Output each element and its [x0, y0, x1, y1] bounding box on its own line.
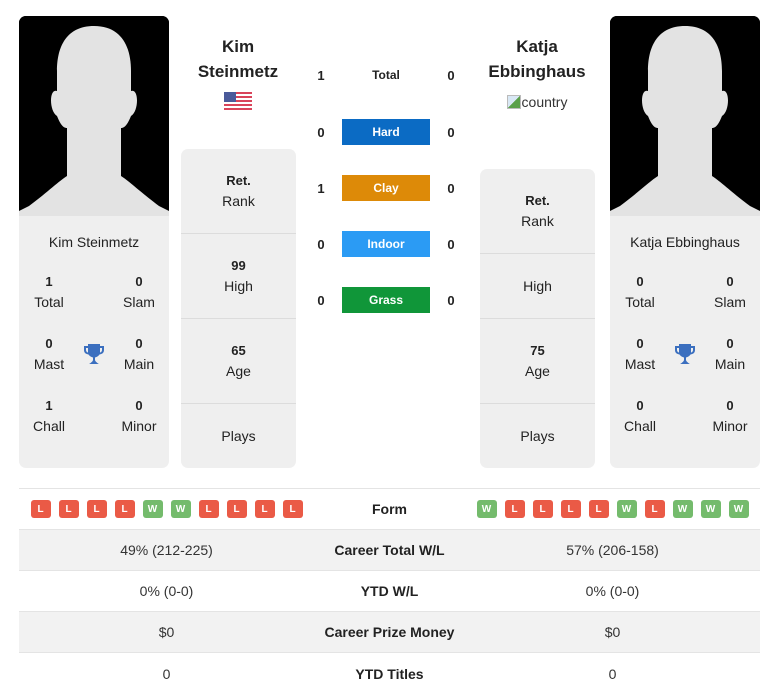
title-minor: 0 Minor	[121, 398, 157, 434]
table-row: $0 Career Prize Money $0	[19, 612, 760, 653]
form-win-badge[interactable]: W	[170, 500, 191, 518]
title-chall: 0 Chall	[624, 398, 656, 434]
form-label: Form	[372, 501, 407, 517]
h2h-clay-row: 1 Clay 0	[300, 175, 478, 201]
title-mast: 0 Mast	[624, 336, 656, 372]
comparison-table: LLLLWWLLLL Form WLLLLWLWWW 49% (212-225)…	[19, 488, 760, 694]
row-label: YTD W/L	[360, 583, 419, 599]
player2-name[interactable]: Katja Ebbinghaus	[472, 34, 602, 84]
player2-value: 0	[608, 665, 617, 682]
player1-value: 0	[162, 665, 171, 682]
player1-titles: 1 Total 0 Slam 0 Mast 0 Main 1 Chall 0 Minor	[19, 272, 169, 436]
title-chall: 1 Chall	[33, 398, 65, 434]
info-high: 99 High	[181, 234, 296, 319]
player2-header: Katja Ebbinghaus country	[472, 34, 602, 112]
form-win-badge[interactable]: W	[476, 500, 497, 518]
table-row: 0 YTD Titles 0	[19, 653, 760, 694]
row-label: YTD Titles	[355, 665, 424, 682]
player2-titles: 0 Total 0 Slam 0 Mast 0 Main 0 Chall 0 Minor	[610, 272, 760, 436]
form-loss-badge[interactable]: L	[86, 500, 107, 518]
info-rank: Ret. Rank	[181, 149, 296, 234]
form-loss-badge[interactable]: L	[226, 500, 247, 518]
player1-card-name[interactable]: Kim Steinmetz	[19, 234, 169, 250]
title-mast: 0 Mast	[33, 336, 65, 372]
h2h-total-row: 1 Total 0	[317, 67, 455, 83]
form-loss-badge[interactable]: L	[58, 500, 79, 518]
player1-form: LLLLWWLLLL	[19, 500, 314, 518]
info-plays: Plays	[520, 428, 555, 444]
player2-card: Katja Ebbinghaus 0 Total 0 Slam 0 Mast 0 Mai…	[610, 16, 760, 468]
player2-form: WLLLLWLWWW	[465, 500, 760, 518]
us-flag-icon	[224, 92, 252, 112]
info-high: High	[480, 254, 595, 319]
country-flag-broken-image-icon: country	[506, 94, 567, 110]
title-minor: 0 Minor	[712, 398, 748, 434]
form-loss-badge[interactable]: L	[560, 500, 581, 518]
form-loss-badge[interactable]: L	[30, 500, 51, 518]
form-loss-badge[interactable]: L	[504, 500, 525, 518]
form-row: LLLLWWLLLL Form WLLLLWLWWW	[19, 489, 760, 530]
player1-name[interactable]: Kim Steinmetz	[173, 34, 303, 84]
row-label: Career Total W/L	[334, 542, 445, 558]
player1-value: 0% (0-0)	[139, 583, 194, 599]
table-row: 0% (0-0) YTD W/L 0% (0-0)	[19, 571, 760, 612]
title-slam: 0 Slam	[714, 274, 746, 310]
player1-value: $0	[158, 624, 175, 640]
trophy-icon	[79, 334, 109, 374]
player2-value: 0% (0-0)	[585, 583, 640, 599]
form-loss-badge[interactable]: L	[644, 500, 665, 518]
form-loss-badge[interactable]: L	[198, 500, 219, 518]
player1-value: 49% (212-225)	[120, 542, 213, 558]
title-main: 0 Main	[123, 336, 155, 372]
title-main: 0 Main	[714, 336, 746, 372]
form-win-badge[interactable]: W	[142, 500, 163, 518]
avatar-silhouette-icon	[19, 16, 169, 216]
avatar-silhouette-icon	[610, 16, 760, 216]
surface-hard-badge[interactable]: Hard	[342, 119, 430, 145]
trophy-icon	[670, 334, 700, 374]
row-label: Career Prize Money	[324, 624, 455, 640]
form-loss-badge[interactable]: L	[282, 500, 303, 518]
form-win-badge[interactable]: W	[672, 500, 693, 518]
title-total: 0 Total	[625, 274, 655, 310]
h2h-grass-row: 0 Grass 0	[300, 287, 478, 313]
form-loss-badge[interactable]: L	[532, 500, 553, 518]
player1-card: Kim Steinmetz 1 Total 0 Slam 0 Mast 0 Main 1…	[19, 16, 169, 468]
table-row: 49% (212-225) Career Total W/L 57% (206-…	[19, 530, 760, 571]
title-slam: 0 Slam	[123, 274, 155, 310]
title-total: 1 Total	[34, 274, 64, 310]
info-rank: Ret. Rank	[480, 169, 595, 254]
player2-card-name[interactable]: Katja Ebbinghaus	[610, 234, 760, 250]
form-loss-badge[interactable]: L	[588, 500, 609, 518]
form-win-badge[interactable]: W	[616, 500, 637, 518]
player1-header: Kim Steinmetz	[173, 34, 303, 112]
info-age: 75 Age	[480, 319, 595, 404]
form-win-badge[interactable]: W	[700, 500, 721, 518]
h2h-indoor-row: 0 Indoor 0	[300, 231, 478, 257]
surface-clay-badge[interactable]: Clay	[342, 175, 430, 201]
surface-grass-badge[interactable]: Grass	[342, 287, 430, 313]
info-plays: Plays	[221, 428, 256, 444]
player2-photo	[610, 16, 760, 216]
form-loss-badge[interactable]: L	[114, 500, 135, 518]
player2-value: 57% (206-158)	[566, 542, 659, 558]
player1-info: Ret. Rank 99 High 65 Age Plays	[181, 149, 296, 468]
player2-value: $0	[604, 624, 621, 640]
surface-indoor-badge[interactable]: Indoor	[342, 231, 430, 257]
form-win-badge[interactable]: W	[728, 500, 749, 518]
player2-info: Ret. Rank High 75 Age Plays	[480, 169, 595, 468]
form-loss-badge[interactable]: L	[254, 500, 275, 518]
h2h-hard-row: 0 Hard 0	[300, 119, 478, 145]
info-age: 65 Age	[181, 319, 296, 404]
player1-photo	[19, 16, 169, 216]
